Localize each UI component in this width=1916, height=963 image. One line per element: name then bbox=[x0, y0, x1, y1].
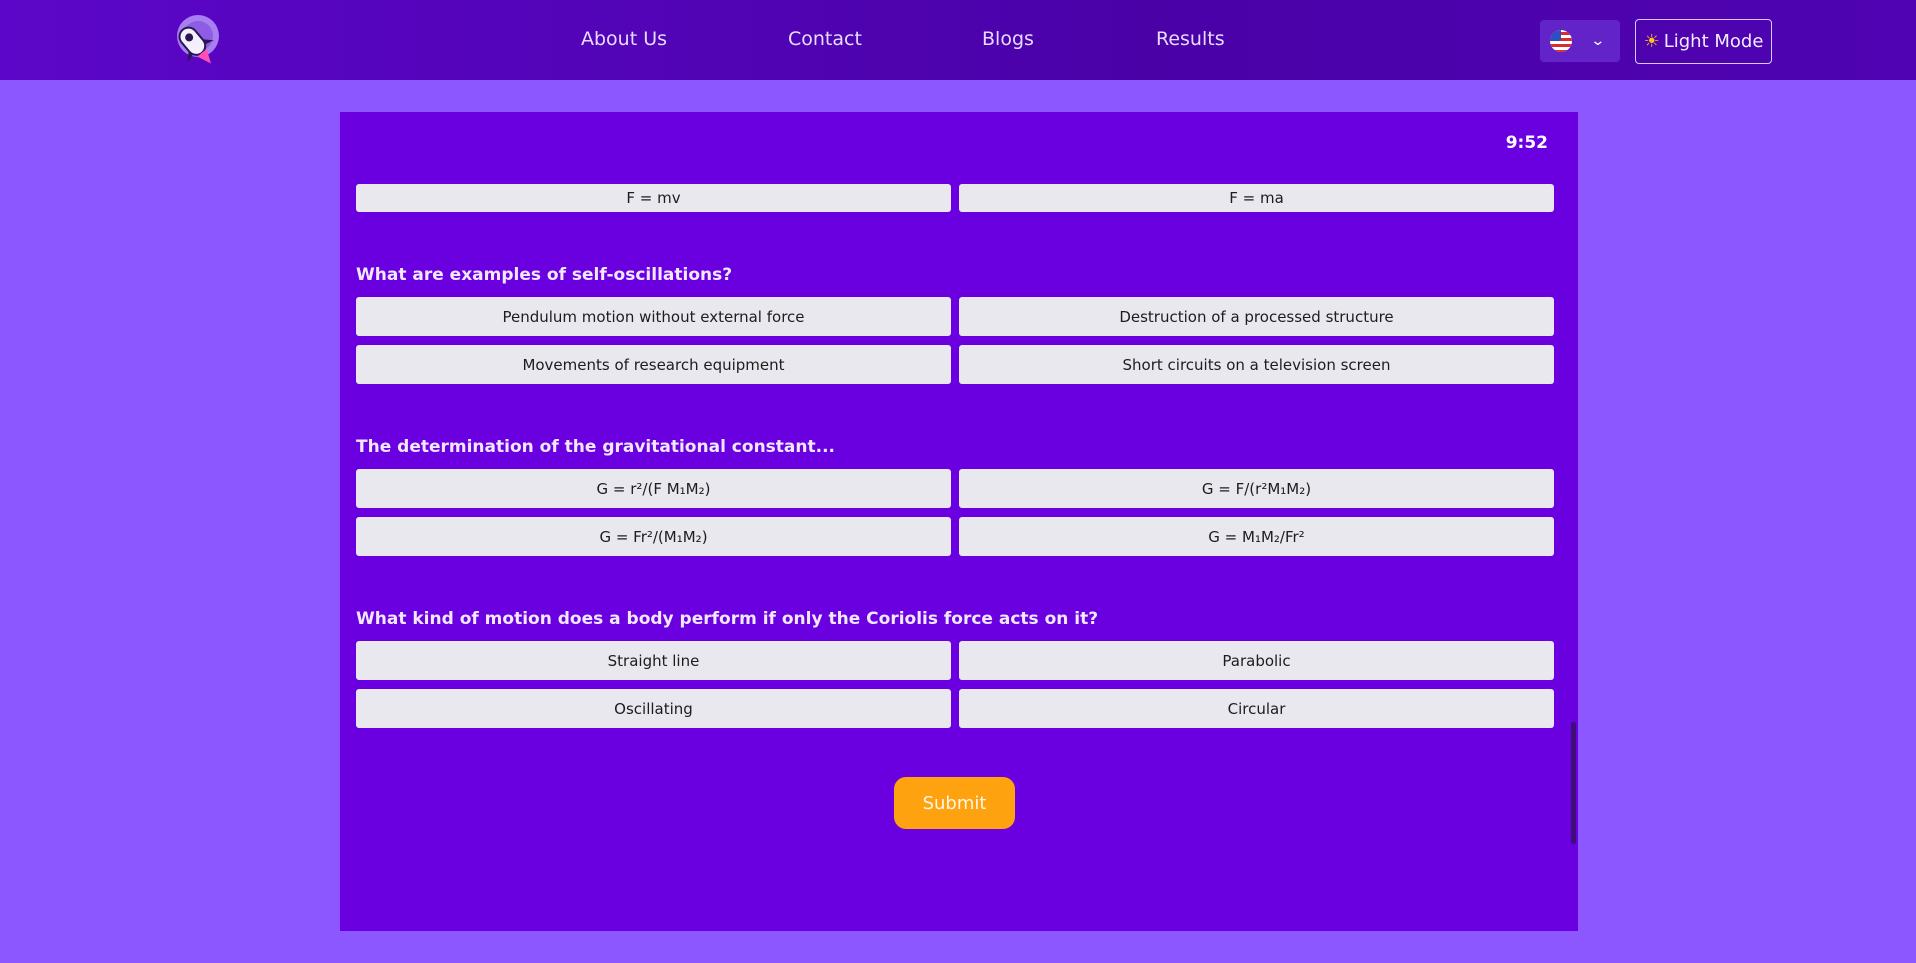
quiz-option[interactable]: G = M₁M₂/Fr² bbox=[959, 517, 1554, 556]
nav-results[interactable]: Results bbox=[1156, 28, 1225, 50]
question-title: What are examples of self-oscillations? bbox=[356, 265, 733, 285]
submit-button[interactable]: Submit bbox=[894, 777, 1015, 829]
quiz-option[interactable]: Circular bbox=[959, 689, 1554, 728]
quiz-option[interactable]: Parabolic bbox=[959, 641, 1554, 680]
scrollbar-thumb[interactable] bbox=[1571, 722, 1576, 844]
chevron-down-icon: ⌄ bbox=[1590, 33, 1606, 49]
quiz-option[interactable]: Pendulum motion without external force bbox=[356, 297, 951, 336]
nav-contact[interactable]: Contact bbox=[788, 28, 862, 50]
quiz-option[interactable]: Oscillating bbox=[356, 689, 951, 728]
language-selector[interactable]: ⌄ bbox=[1540, 20, 1620, 62]
us-flag-icon bbox=[1550, 30, 1572, 52]
nav-about-us[interactable]: About Us bbox=[581, 28, 667, 50]
theme-toggle-label: Light Mode bbox=[1663, 31, 1764, 52]
quiz-option[interactable]: G = r²/(F M₁M₂) bbox=[356, 469, 951, 508]
sun-icon: ☀ bbox=[1643, 31, 1660, 52]
quiz-option[interactable]: Destruction of a processed structure bbox=[959, 297, 1554, 336]
question-title: What kind of motion does a body perform … bbox=[356, 609, 1099, 629]
main-nav: About Us Contact Blogs Results bbox=[0, 0, 1916, 80]
navbar: About Us Contact Blogs Results ⌄ ☀ Light… bbox=[0, 0, 1916, 80]
quiz-option[interactable]: F = mv bbox=[356, 184, 951, 212]
quiz-option[interactable]: F = ma bbox=[959, 184, 1554, 212]
quiz-panel: 9:52 F = mv F = ma What are examples of … bbox=[340, 112, 1578, 931]
quiz-option[interactable]: G = F/(r²M₁M₂) bbox=[959, 469, 1554, 508]
quiz-option[interactable]: Straight line bbox=[356, 641, 951, 680]
nav-blogs[interactable]: Blogs bbox=[982, 28, 1034, 50]
quiz-timer: 9:52 bbox=[1505, 133, 1548, 153]
quiz-option[interactable]: G = Fr²/(M₁M₂) bbox=[356, 517, 951, 556]
quiz-option[interactable]: Short circuits on a television screen bbox=[959, 345, 1554, 384]
quiz-option[interactable]: Movements of research equipment bbox=[356, 345, 951, 384]
theme-toggle-button[interactable]: ☀ Light Mode bbox=[1635, 19, 1772, 64]
question-title: The determination of the gravitational c… bbox=[356, 437, 835, 457]
